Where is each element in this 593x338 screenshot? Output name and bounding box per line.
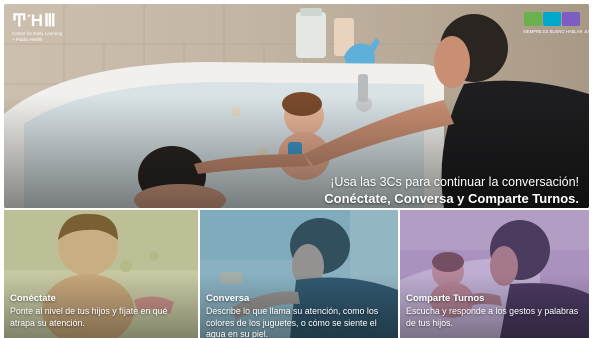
badge-purple (562, 12, 580, 26)
center-logo: ͲΉⅢ Center for Early Learning + Public H… (12, 12, 62, 42)
panel-title-comparte-turnos: Comparte Turnos (406, 293, 485, 304)
campaign-tagline: SIEMPRE ES BUENO HABLAR JUNTOS (523, 29, 589, 34)
hero-headline-line1: ¡Usa las 3Cs para continuar la conversac… (330, 175, 579, 189)
panel-comparte-turnos: Comparte Turnos Escucha y responde a los… (400, 210, 589, 338)
badge-blue (543, 12, 561, 26)
logo-mark: ͲΉⅢ (12, 11, 57, 30)
campaign-logo: SIEMPRE ES BUENO HABLAR JUNTOS (523, 12, 589, 34)
panel-title-conversa: Conversa (206, 293, 250, 304)
panel-conversa: Conversa Describe lo que llama su atenci… (200, 210, 398, 338)
hero-headline: ¡Usa las 3Cs para continuar la conversac… (324, 174, 579, 207)
panel-body-comparte-turnos: Escucha y responde a los gestos y palabr… (406, 306, 579, 328)
panel-caption: Comparte Turnos Escucha y responde a los… (406, 293, 585, 329)
panel-body-conectate: Ponte al nivel de tus hijos y fíjate en … (10, 306, 168, 328)
hero-headline-line2: Conéctate, Conversa y Comparte Turnos. (324, 191, 579, 206)
ad-banner: ͲΉⅢ Center for Early Learning + Public H… (0, 0, 593, 338)
badge-green (524, 12, 542, 26)
panel-caption: Conéctate Ponte al nivel de tus hijos y … (10, 293, 194, 329)
panel-caption: Conversa Describe lo que llama su atenci… (206, 293, 394, 338)
panel-title-conectate: Conéctate (10, 293, 56, 304)
logo-subtitle-line2: + Public Health (12, 36, 43, 42)
hero-photo: ͲΉⅢ Center for Early Learning + Public H… (4, 4, 589, 208)
panel-conectate: Conéctate Ponte al nivel de tus hijos y … (4, 210, 198, 338)
panel-body-conversa: Describe lo que llama su atención, como … (206, 306, 379, 338)
